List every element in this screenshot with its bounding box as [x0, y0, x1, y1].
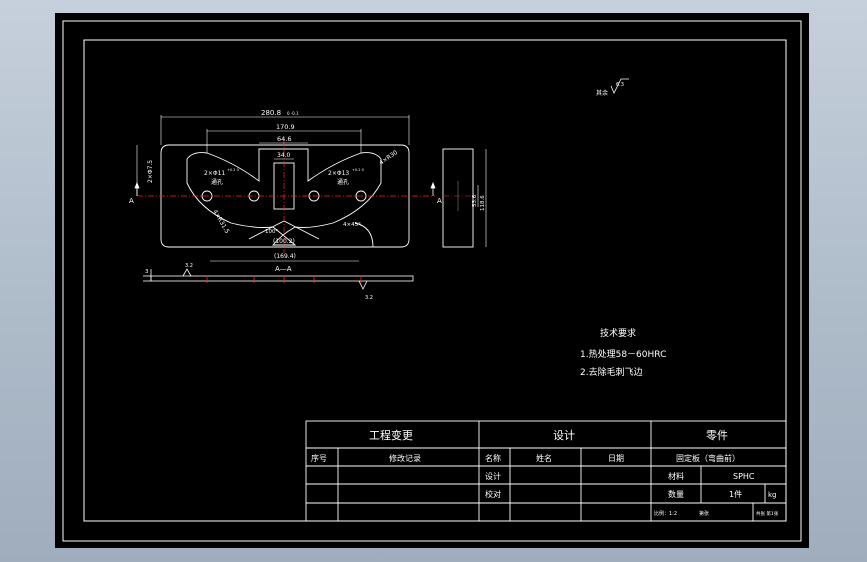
- section-thickness: 3: [145, 269, 149, 275]
- hole-left-note: 通孔: [211, 178, 223, 186]
- tb-revision: 修改记录: [389, 453, 421, 463]
- dim-y-left: 2×Φ7.5: [147, 160, 154, 183]
- tb-seq-no: 序号: [311, 453, 327, 463]
- section-title: A—A: [275, 265, 292, 273]
- dim-170: 170.9: [276, 123, 295, 131]
- tb-part-name: 固定板（弯曲前）: [676, 453, 740, 463]
- side-dim-53: 53.6: [472, 194, 478, 207]
- hole-right-tol: +0.2 0: [352, 168, 364, 172]
- roughness-general-label: 其余: [596, 89, 608, 97]
- tb-name-label: 名称: [485, 453, 501, 463]
- hole-left-callout: 2×Φ11: [204, 170, 225, 177]
- dim-overall-tol: 0 -0.1: [287, 111, 299, 116]
- inner-frame: [83, 39, 787, 522]
- hole-right-note: 通孔: [337, 178, 349, 186]
- tb-sheet: 第张: [699, 510, 709, 517]
- roughness-general-value: 6.3: [616, 82, 624, 88]
- chamfer-note: 4×45°: [343, 222, 361, 228]
- section-arrows: [134, 181, 436, 196]
- tb-scale: 比例：1:2: [654, 510, 677, 517]
- tb-date: 日期: [608, 454, 624, 463]
- cad-drawing: 其余 6.3 280.8 0 -0.1 170.9 64.6 34.0 2×Φ7…: [62, 20, 802, 542]
- tb-check-row: 校对: [485, 489, 501, 499]
- dim-64: 64.6: [277, 135, 291, 143]
- tb-eng-change: 工程变更: [369, 428, 413, 442]
- tb-design: 设计: [553, 429, 575, 442]
- tb-qty-value: 1件: [729, 489, 742, 499]
- tb-material-label: 材料: [668, 471, 684, 481]
- hole-left-tol: +0.2 0: [227, 168, 239, 172]
- roughness-top: 3.2: [185, 263, 193, 269]
- tb-qty-label: 数量: [668, 489, 684, 499]
- radius-right: 4×R30: [378, 149, 399, 167]
- tech-item-1: 1.热处理58－60HRC: [580, 348, 666, 360]
- section-mark-right: A: [437, 197, 442, 205]
- tech-item-2: 2.去除毛刺飞边: [580, 366, 643, 378]
- drawing-sheet: 其余 6.3 280.8 0 -0.1 170.9 64.6 34.0 2×Φ7…: [55, 13, 809, 548]
- dim-169: (169.4): [274, 253, 296, 260]
- dim-100: (100.2): [273, 238, 295, 245]
- dim-34: 34.0: [277, 152, 291, 159]
- tb-material-value: SPHC: [733, 472, 755, 481]
- tb-weight: kg: [768, 491, 777, 499]
- angle-bottom: 100°: [265, 229, 278, 235]
- tb-design-row: 设计: [485, 471, 501, 481]
- tb-part: 零件: [706, 429, 728, 442]
- section-mark-left: A: [129, 197, 134, 205]
- side-dim-118: 118.6: [480, 195, 486, 211]
- roughness-bottom: 3.2: [365, 295, 373, 301]
- tech-title: 技术要求: [600, 327, 636, 339]
- tb-total: 共张 第1张: [756, 510, 779, 517]
- dim-overall: 280.8: [261, 109, 281, 117]
- tb-name-value: 姓名: [536, 453, 552, 463]
- hole-right-callout: 2×Φ13: [328, 170, 349, 177]
